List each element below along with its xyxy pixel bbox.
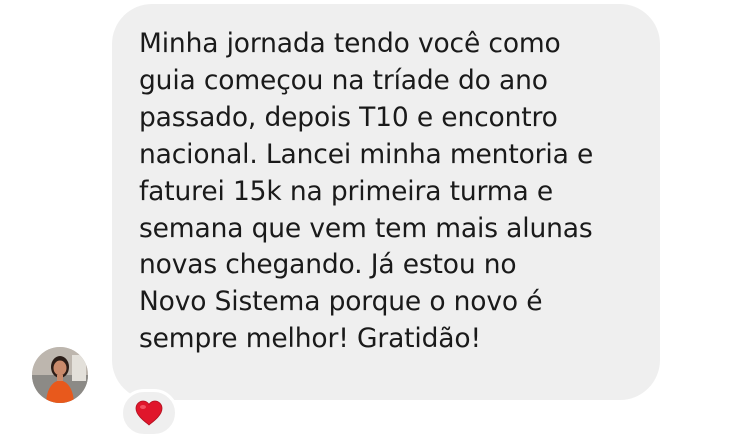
heart-icon [135, 400, 163, 426]
message-bubble[interactable]: Minha jornada tendo você como guia começ… [112, 4, 660, 400]
profile-photo-icon [32, 347, 88, 403]
message-line: sempre melhor! Gratidão! [139, 323, 481, 355]
message-line: Minha jornada tendo você como [139, 28, 561, 59]
message-line: faturei 15k na primeira turma e [139, 175, 553, 207]
avatar[interactable] [32, 347, 88, 403]
reaction-badge[interactable] [120, 389, 178, 437]
message-line: passado, depois T10 e encontro [139, 101, 558, 133]
message-line: nacional. Lancei minha mentoria e [139, 138, 594, 170]
message-line: guia começou na tríade do ano [139, 64, 548, 96]
message-line: Novo Sistema porque o novo é [139, 286, 543, 318]
message-line: novas chegando. Já estou no [139, 249, 517, 281]
message-line: semana que vem tem mais alunas [139, 212, 593, 244]
